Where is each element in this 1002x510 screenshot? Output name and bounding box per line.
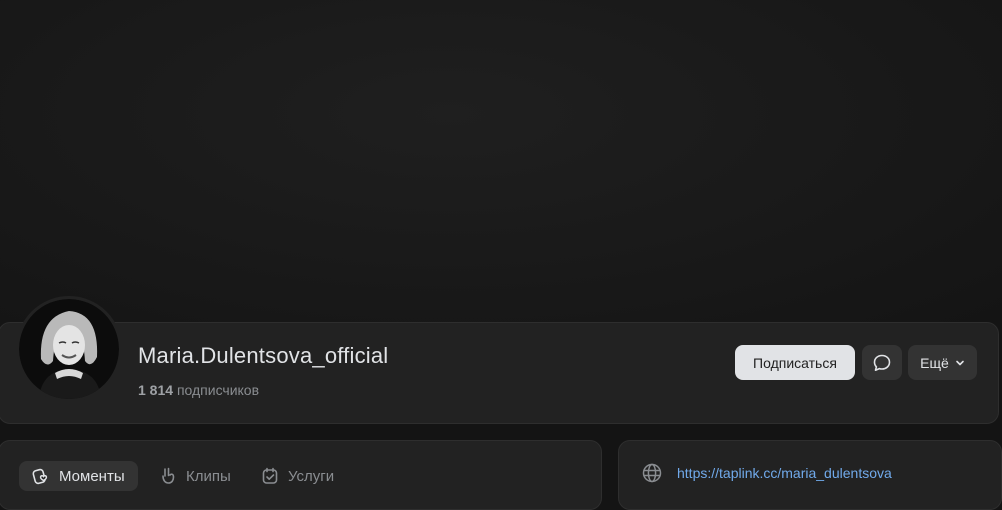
subscribe-label: Подписаться: [753, 354, 837, 371]
services-icon: [262, 467, 278, 484]
message-button[interactable]: [862, 345, 902, 380]
moments-icon: [32, 468, 48, 485]
tab-clips-label: Клипы: [186, 467, 231, 485]
chat-bubble-icon: [873, 354, 891, 371]
tab-clips[interactable]: Клипы: [148, 461, 241, 491]
tab-services-label: Услуги: [288, 467, 335, 485]
more-label: Ещё: [920, 354, 949, 371]
avatar-photo: [19, 299, 119, 399]
subscriber-label: подписчиков: [176, 382, 260, 398]
profile-name: Maria.Dulentsova_official: [138, 343, 389, 368]
subscriber-number: 1 814: [138, 382, 174, 398]
subscribe-button[interactable]: Подписаться: [735, 345, 855, 380]
tab-moments[interactable]: Моменты: [19, 461, 138, 491]
globe-icon: [642, 463, 662, 483]
avatar[interactable]: [16, 296, 122, 402]
website-link[interactable]: https://taplink.cc/maria_dulentsova: [677, 465, 892, 481]
profile-cover: [0, 0, 1002, 325]
clips-icon: [162, 467, 175, 484]
tab-services[interactable]: Услуги: [250, 461, 344, 491]
chevron-down-icon: [956, 360, 964, 365]
more-button[interactable]: Ещё: [908, 345, 977, 380]
website-row: https://taplink.cc/maria_dulentsova: [641, 462, 892, 484]
subscriber-count[interactable]: 1 814 подписчиков: [138, 382, 259, 398]
tab-moments-label: Моменты: [59, 467, 125, 485]
